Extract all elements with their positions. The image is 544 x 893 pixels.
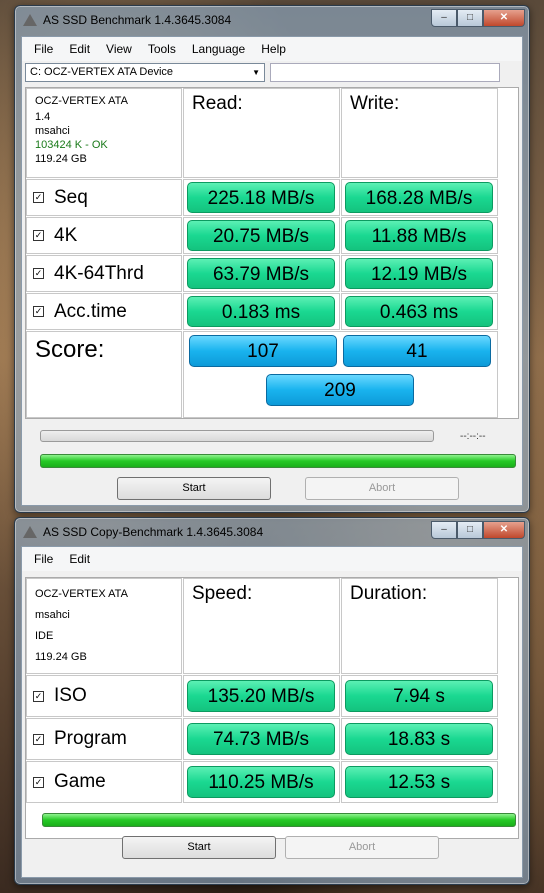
4k-checkbox[interactable]: ✓ (33, 230, 44, 241)
read-header: Read: (183, 88, 340, 178)
close-button[interactable]: ✕ (483, 9, 525, 27)
row-label: Acc.time (54, 300, 127, 322)
iso-speed-value: 135.20 MB/s (187, 680, 335, 712)
menu-bar: File Edit View Tools Language Help (22, 37, 522, 61)
duration-header: Duration: (341, 578, 498, 674)
main-client-area: File Edit View Tools Language Help C: OC… (21, 36, 523, 506)
row-program: ✓ Program (26, 718, 182, 760)
window-title: AS SSD Benchmark 1.4.3645.3084 (43, 13, 232, 27)
device-select-value: C: OCZ-VERTEX ATA Device (30, 66, 174, 78)
write-header: Write: (341, 88, 498, 178)
abort-button[interactable]: Abort (285, 836, 439, 859)
row-seq: ✓ Seq (26, 179, 182, 216)
device-size: 119.24 GB (35, 153, 87, 165)
row-label: Program (54, 728, 127, 749)
game-speed-value: 110.25 MB/s (187, 766, 335, 798)
maximize-button[interactable]: □ (457, 521, 483, 539)
copy-benchmark-window: AS SSD Copy-Benchmark 1.4.3645.3084 – □ … (14, 517, 530, 885)
minimize-button[interactable]: – (431, 521, 457, 539)
copy-progress-bar (42, 813, 516, 827)
device-select[interactable]: C: OCZ-VERTEX ATA Device ▼ (25, 63, 265, 82)
4k-read-value: 20.75 MB/s (187, 220, 335, 251)
close-button[interactable]: ✕ (483, 521, 525, 539)
device-driver: msahci (35, 609, 70, 621)
device-driver: msahci (35, 125, 70, 137)
results-grid: OCZ-VERTEX ATA 1.4 msahci 103424 K - OK … (25, 87, 519, 419)
window-title: AS SSD Copy-Benchmark 1.4.3645.3084 (43, 525, 264, 539)
title-bar[interactable]: AS SSD Copy-Benchmark 1.4.3645.3084 – □ … (15, 518, 529, 546)
copy-results-grid: OCZ-VERTEX ATA msahci IDE 119.24 GB Spee… (25, 577, 519, 839)
row-label: Game (54, 771, 106, 792)
row-acc-time: ✓ Acc.time (26, 293, 182, 330)
minimize-button[interactable]: – (431, 9, 457, 27)
row-label: Seq (54, 186, 88, 208)
4k-64thrd-checkbox[interactable]: ✓ (33, 268, 44, 279)
iso-checkbox[interactable]: ✓ (33, 690, 44, 702)
4k-write-value: 11.88 MB/s (345, 220, 493, 251)
device-mode: IDE (35, 630, 54, 642)
row-iso: ✓ ISO (26, 675, 182, 717)
menu-tools[interactable]: Tools (140, 42, 184, 56)
row-label: ISO (54, 685, 87, 706)
score-total-value: 209 (266, 374, 414, 406)
menu-view[interactable]: View (98, 42, 140, 56)
row-label: 4K-64Thrd (54, 262, 144, 284)
abort-button[interactable]: Abort (305, 477, 459, 500)
chevron-down-icon: ▼ (252, 68, 260, 77)
alignment-status: 103424 K - OK (35, 139, 108, 151)
program-duration-value: 18.83 s (345, 723, 493, 755)
start-button[interactable]: Start (117, 477, 271, 500)
menu-edit[interactable]: Edit (61, 552, 98, 566)
score-label: Score: (26, 331, 182, 418)
device-info: OCZ-VERTEX ATA 1.4 msahci 103424 K - OK … (26, 88, 182, 178)
title-bar[interactable]: AS SSD Benchmark 1.4.3645.3084 – □ ✕ (15, 6, 529, 34)
seq-write-value: 168.28 MB/s (345, 182, 493, 213)
seq-checkbox[interactable]: ✓ (33, 192, 44, 203)
speed-header: Speed: (183, 578, 340, 674)
app-icon (23, 526, 37, 538)
game-duration-value: 12.53 s (345, 766, 493, 798)
score-read-value: 107 (189, 335, 337, 367)
device-model: OCZ-VERTEX ATA (35, 588, 128, 600)
device-model: OCZ-VERTEX ATA (35, 95, 128, 107)
4k-64thrd-read-value: 63.79 MB/s (187, 258, 335, 289)
start-button[interactable]: Start (122, 836, 276, 859)
menu-edit[interactable]: Edit (61, 42, 98, 56)
app-icon (23, 14, 37, 26)
acc-time-write-value: 0.463 ms (345, 296, 493, 327)
test-progress-bar (40, 430, 434, 442)
device-info: OCZ-VERTEX ATA msahci IDE 119.24 GB (26, 578, 182, 674)
copy-client-area: File Edit OCZ-VERTEX ATA msahci IDE 119.… (21, 546, 523, 878)
row-game: ✓ Game (26, 761, 182, 803)
score-write-value: 41 (343, 335, 491, 367)
menu-bar: File Edit (22, 547, 522, 571)
overall-progress-bar (40, 454, 516, 468)
iso-duration-value: 7.94 s (345, 680, 493, 712)
program-speed-value: 74.73 MB/s (187, 723, 335, 755)
menu-file[interactable]: File (26, 552, 61, 566)
menu-file[interactable]: File (26, 42, 61, 56)
acc-time-read-value: 0.183 ms (187, 296, 335, 327)
main-window: AS SSD Benchmark 1.4.3645.3084 – □ ✕ Fil… (14, 5, 530, 513)
seq-read-value: 225.18 MB/s (187, 182, 335, 213)
device-firmware: 1.4 (35, 111, 51, 123)
4k-64thrd-write-value: 12.19 MB/s (345, 258, 493, 289)
device-text-field[interactable] (270, 63, 500, 82)
timer-text: --:--:-- (460, 431, 486, 442)
menu-help[interactable]: Help (253, 42, 294, 56)
row-4k: ✓ 4K (26, 217, 182, 254)
row-4k-64thrd: ✓ 4K-64Thrd (26, 255, 182, 292)
game-checkbox[interactable]: ✓ (33, 776, 44, 788)
device-size: 119.24 GB (35, 651, 87, 663)
maximize-button[interactable]: □ (457, 9, 483, 27)
program-checkbox[interactable]: ✓ (33, 733, 44, 745)
row-label: 4K (54, 224, 78, 246)
acc-time-checkbox[interactable]: ✓ (33, 306, 44, 317)
menu-language[interactable]: Language (184, 42, 253, 56)
